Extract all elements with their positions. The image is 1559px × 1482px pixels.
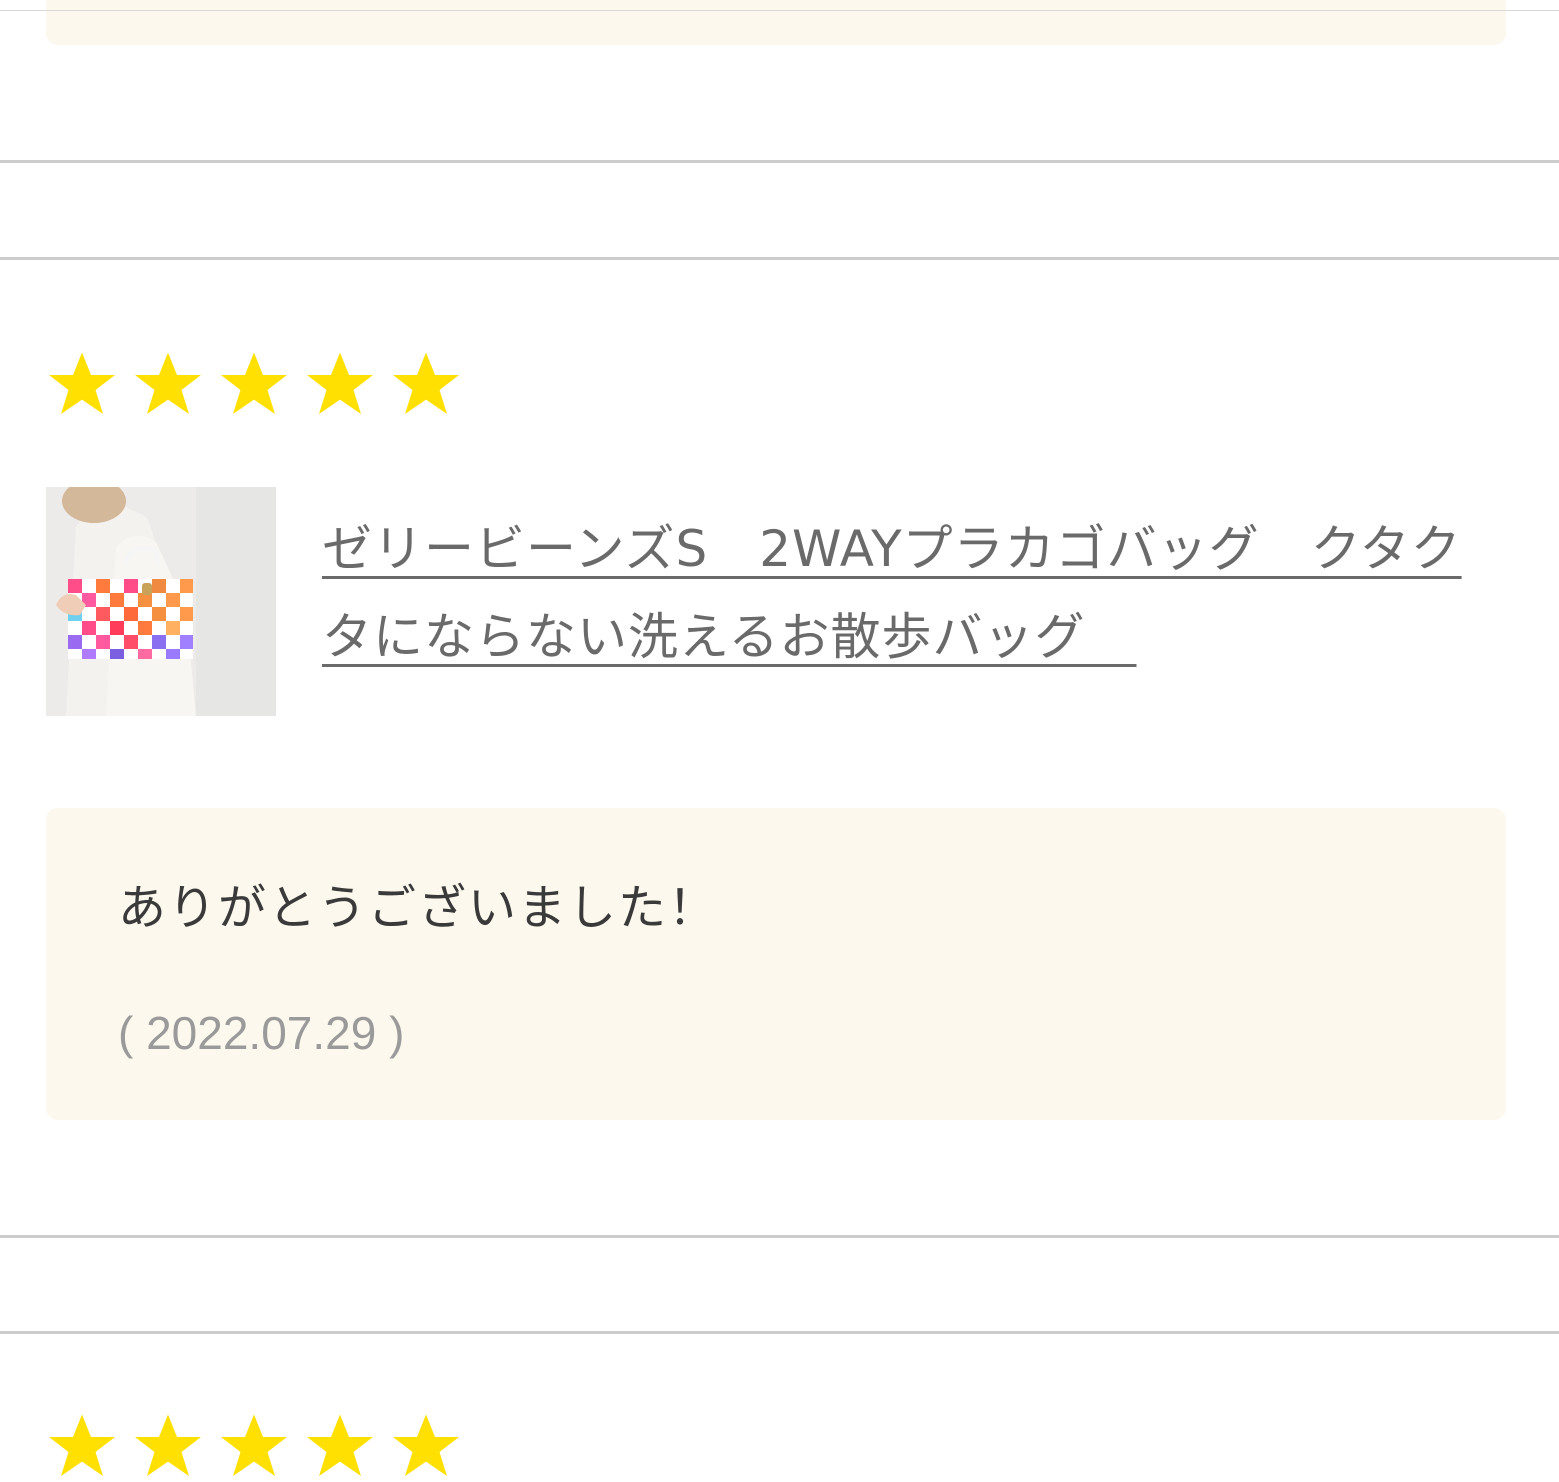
- star-icon: [135, 1414, 201, 1476]
- review-comment-text: ありがとうございました！: [118, 880, 719, 936]
- previous-review-comment-box: [46, 0, 1506, 45]
- divider: [0, 160, 1559, 163]
- divider: [0, 1331, 1559, 1334]
- divider: [0, 257, 1559, 260]
- divider: [0, 1235, 1559, 1238]
- review-comment-box: ありがとうございました！ ( 2022.07.29 ): [46, 808, 1506, 1120]
- star-icon: [49, 352, 115, 414]
- star-icon: [221, 1414, 287, 1476]
- star-icon: [135, 352, 201, 414]
- star-icon: [393, 352, 459, 414]
- top-hairline: [0, 10, 1559, 11]
- product-thumbnail[interactable]: [46, 487, 276, 716]
- star-icon: [307, 352, 373, 414]
- star-icon: [221, 352, 287, 414]
- review-date: ( 2022.07.29 ): [118, 1007, 405, 1059]
- star-icon: [307, 1414, 373, 1476]
- product-title-link[interactable]: ゼリービーンズS 2WAYプラカゴバッグ クタクタにならない洗えるお散歩バッグ: [322, 505, 1467, 681]
- review-rating-stars: [44, 348, 464, 420]
- star-icon: [49, 1414, 115, 1476]
- next-review-rating-stars: [44, 1410, 464, 1482]
- star-icon: [393, 1414, 459, 1476]
